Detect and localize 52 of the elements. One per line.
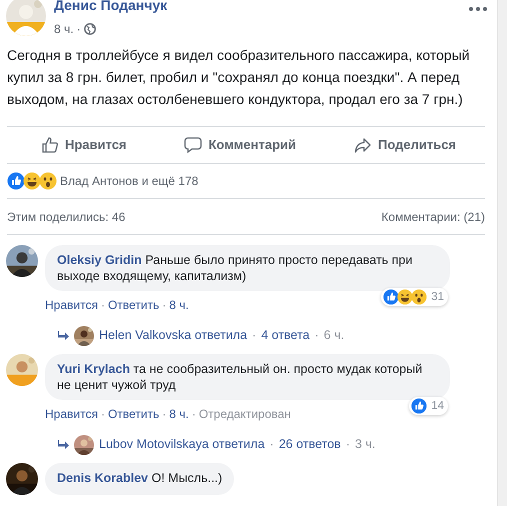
share-arrow-icon	[354, 136, 372, 154]
separator-dot: ·	[162, 406, 166, 422]
separator-dot: ·	[100, 296, 105, 314]
comment-text: Denis Korablev О! Мысль...)	[57, 470, 222, 486]
surprised-face-icon	[411, 288, 428, 304]
globe-icon	[84, 23, 96, 35]
comment-action-link[interactable]: Ответить	[108, 404, 160, 422]
like-reaction-icon	[383, 288, 400, 304]
comment-action-link[interactable]: 8 ч.	[169, 296, 189, 314]
reply-time: 3 ч.	[355, 436, 376, 454]
separator-dot: ·	[252, 327, 256, 344]
separator-dot: ·	[270, 436, 274, 454]
comment-action-link[interactable]: Нравится	[45, 296, 98, 314]
reply-time: 6 ч.	[324, 327, 344, 344]
separator-dot: ·	[162, 296, 166, 314]
comment-action-link[interactable]: 8 ч.	[169, 404, 189, 422]
thumbs-up-icon	[40, 136, 59, 154]
comments-link[interactable]: Комментарии: (21)	[381, 208, 485, 226]
scrollbar-track[interactable]	[497, 0, 507, 506]
replies-link[interactable]: Helen Valkovska ответила	[99, 326, 248, 345]
like-reaction-icon	[411, 398, 428, 414]
separator-dot: ·	[100, 406, 105, 422]
post-text: Сегодня в троллейбусе я видел сообразительного пассажира, который купил за 8 грн. билет, пробил и "сохранял до конца поездки". А перед выходом, на глазах остолбеневшего кондуктора, продал его за 7 грн.)	[6, 46, 471, 109]
reply-count-link[interactable]: 4 ответа	[261, 326, 310, 345]
edited-label: Отредактирован	[198, 406, 291, 422]
reply-count-link[interactable]: 26 ответов	[278, 435, 341, 454]
comment-button[interactable]: Комментарий	[178, 133, 302, 156]
share-button[interactable]: Поделиться	[348, 133, 462, 156]
reactions-link[interactable]: Влад Антонов и ещё 178	[60, 172, 198, 190]
reaction-count: 14	[431, 398, 444, 414]
speech-bubble-icon	[184, 136, 202, 154]
comment-text: Oleksiy Gridin Раньше было принято просто передавать при выходе входящему, капитализм)	[57, 252, 414, 284]
like-reaction-icon	[7, 172, 25, 190]
laughing-face-icon	[23, 172, 41, 190]
post-time[interactable]: 8 ч.	[54, 20, 74, 38]
replies-link[interactable]: Lubov Motovilskaya ответила	[99, 435, 265, 454]
like-button[interactable]: Нравится	[34, 133, 133, 156]
comment-action-link[interactable]: Ответить	[108, 296, 160, 314]
comment-action-link[interactable]: Нравится	[45, 404, 98, 422]
author-name[interactable]: Денис Поданчук	[54, 0, 461, 14]
separator-dot: ·	[346, 436, 350, 454]
more-options-icon[interactable]	[469, 7, 487, 11]
reply-arrow-icon	[58, 440, 69, 449]
surprised-face-icon	[39, 172, 57, 190]
reply-arrow-icon	[58, 331, 69, 340]
comment-text: Yuri Krylach та не сообразительный он. просто мудак который не ценит чужой труд	[57, 360, 424, 392]
separator-dot: ·	[76, 21, 81, 38]
separator-dot: ·	[314, 327, 319, 344]
separator-dot: ·	[192, 406, 196, 422]
laughing-face-icon	[397, 288, 414, 304]
shares-link[interactable]: Этим поделились: 46	[7, 208, 126, 226]
reaction-count: 31	[431, 290, 444, 304]
